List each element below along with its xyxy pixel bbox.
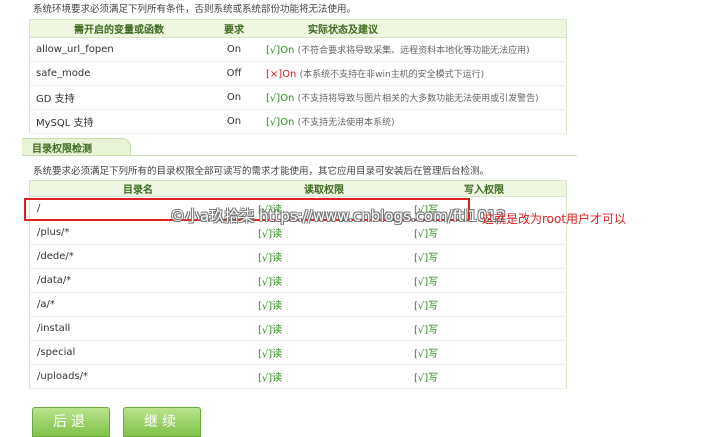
back-button[interactable]: 后退 (32, 407, 110, 437)
column-header-read: 读取权限 (246, 180, 402, 197)
status-hint: (不符合要求将导致采集、远程资料本地化等功能无法应用) (297, 46, 530, 56)
status-cell: [√]On (不支持将导致与图片相关的大多数功能无法使用或引发警告) (260, 85, 567, 110)
directory-name: /install (29, 316, 246, 341)
variable-name: GD 支持 (29, 85, 208, 110)
status-mark: [√] (266, 117, 281, 128)
dir-permission-note: 系统要求必须满足下列所有的目录权限全部可读写的需求才能使用，其它应用目录可安装后… (33, 166, 490, 177)
status-value: On (280, 117, 295, 128)
status-hint: (不支持将导致与图片相关的大多数功能无法使用或引发警告) (297, 94, 539, 104)
table-row: MySQL 支持 On [√]On (不支持无法使用本系统) (29, 109, 567, 134)
status-cell: [√]On (不支持无法使用本系统) (260, 109, 567, 134)
table-row: GD 支持 On [√]On (不支持将导致与图片相关的大多数功能无法使用或引发… (29, 85, 567, 110)
directory-name: /dede/* (29, 244, 246, 269)
table-header-row: 目录名 读取权限 写入权限 (29, 180, 567, 197)
requirement-value: Off (208, 61, 260, 86)
status-value: On (280, 93, 295, 104)
status-value: On (282, 69, 297, 80)
write-permission: [√]写 (402, 268, 567, 293)
table-header-row: 需开启的变量或函数 要求 实际状态及建议 (29, 19, 567, 38)
continue-button[interactable]: 继续 (123, 407, 201, 437)
write-permission: [√]写 (402, 244, 567, 269)
table-row: allow_url_fopen On [√]On (不符合要求将导致采集、远程资… (29, 37, 567, 62)
status-mark: [√] (266, 45, 281, 56)
annotation-text: 这就是改为root用户才可以 (482, 212, 627, 226)
section-divider (22, 155, 577, 156)
status-hint: (不支持无法使用本系统) (297, 118, 395, 128)
column-header-variable: 需开启的变量或函数 (29, 19, 208, 38)
table-row: /a/* [√]读 [√]写 (29, 292, 567, 317)
env-check-table: 需开启的变量或函数 要求 实际状态及建议 allow_url_fopen On … (29, 19, 567, 134)
directory-name: /special (29, 340, 246, 365)
column-header-write: 写入权限 (402, 180, 567, 197)
column-header-status: 实际状态及建议 (260, 19, 567, 38)
variable-name: MySQL 支持 (29, 109, 208, 134)
read-permission: [√]读 (246, 292, 402, 317)
table-row: /data/* [√]读 [√]写 (29, 268, 567, 293)
read-permission: [√]读 (246, 244, 402, 269)
write-permission: [√]写 (402, 340, 567, 365)
status-hint: (本系统不支持在非win主机的安全模式下运行) (299, 70, 485, 80)
env-requirement-note: 系统环境要求必须满足下列所有条件，否则系统或系统部份功能将无法使用。 (33, 4, 357, 15)
section-title: 目录权限检测 (32, 144, 92, 155)
read-permission: [√]读 (246, 364, 402, 389)
directory-name: /a/* (29, 292, 246, 317)
read-permission: [√]读 (246, 268, 402, 293)
directory-name: /uploads/* (29, 364, 246, 389)
column-header-requirement: 要求 (208, 19, 260, 38)
table-row: /uploads/* [√]读 [√]写 (29, 364, 567, 389)
status-mark: [×] (266, 69, 283, 80)
column-header-directory: 目录名 (29, 180, 246, 197)
status-cell: [×]On (本系统不支持在非win主机的安全模式下运行) (260, 61, 567, 86)
variable-name: safe_mode (29, 61, 208, 86)
status-mark: [√] (266, 93, 281, 104)
directory-name: /data/* (29, 268, 246, 293)
write-permission: [√]写 (402, 316, 567, 341)
watermark: ©小a玖拾柒 https://www.cnblogs.com/ftl1012 (170, 207, 506, 225)
table-row: /install [√]读 [√]写 (29, 316, 567, 341)
requirement-value: On (208, 85, 260, 110)
read-permission: [√]读 (246, 316, 402, 341)
requirement-value: On (208, 37, 260, 62)
status-value: On (280, 45, 295, 56)
write-permission: [√]写 (402, 364, 567, 389)
table-row: /dede/* [√]读 [√]写 (29, 244, 567, 269)
status-cell: [√]On (不符合要求将导致采集、远程资料本地化等功能无法应用) (260, 37, 567, 62)
variable-name: allow_url_fopen (29, 37, 208, 62)
table-row: /special [√]读 [√]写 (29, 340, 567, 365)
requirement-value: On (208, 109, 260, 134)
write-permission: [√]写 (402, 292, 567, 317)
table-row: safe_mode Off [×]On (本系统不支持在非win主机的安全模式下… (29, 61, 567, 86)
read-permission: [√]读 (246, 340, 402, 365)
